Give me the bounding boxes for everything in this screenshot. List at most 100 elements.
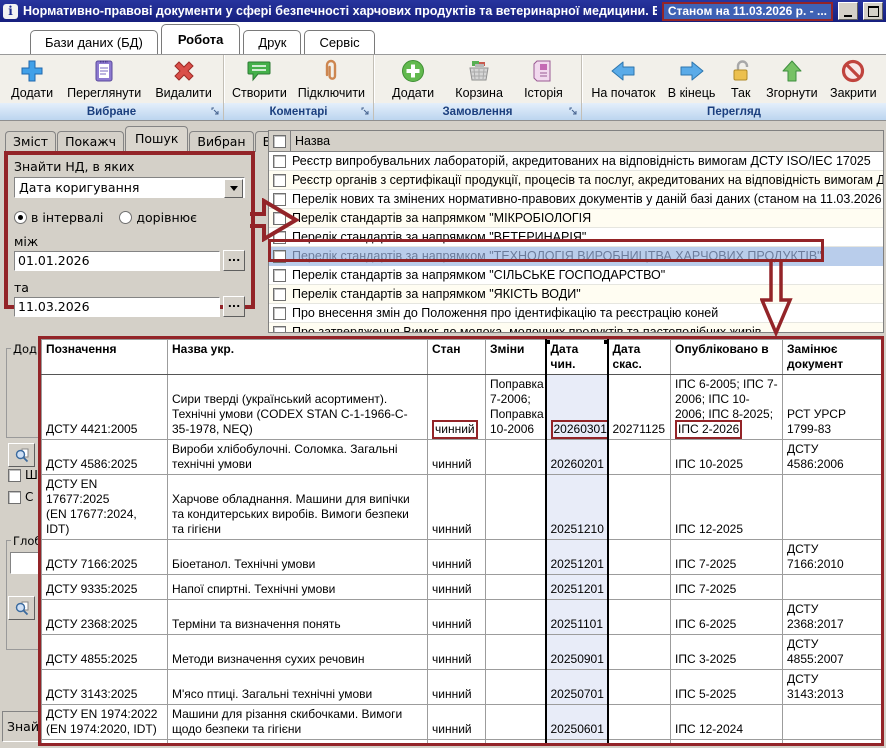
go-last-button[interactable]: В кінець	[665, 57, 719, 101]
cell-date-cancelled[interactable]	[608, 575, 671, 600]
cell-replaces[interactable]	[783, 475, 882, 540]
collapse-button[interactable]: Згорнути	[763, 57, 821, 101]
radio-equals[interactable]: дорівнює	[119, 210, 197, 225]
cell-name[interactable]: М'ясо птиці. Загальні технічні умови	[168, 670, 428, 705]
table-row[interactable]: ДСТУ 4586:2025Вироби хлібобулочні. Солом…	[42, 440, 882, 475]
cell-name[interactable]: Сири тверді (український асортимент). Те…	[168, 375, 428, 440]
row-checkbox[interactable]	[273, 269, 286, 282]
global-search-button[interactable]	[8, 596, 35, 620]
cell-date-cancelled[interactable]	[608, 670, 671, 705]
date-from-browse-button[interactable]: ...	[223, 250, 245, 271]
date-to-browse-button[interactable]: ...	[223, 296, 245, 317]
table-row[interactable]: ДСТУ 9335:2025Напої спиртні. Технічні ум…	[42, 575, 882, 600]
cell-changes[interactable]	[486, 600, 546, 635]
table-row[interactable]: ДСТУ 7166:2025Біоетанол. Технічні умович…	[42, 540, 882, 575]
cell-published[interactable]: ІПС 7-2025	[671, 540, 783, 575]
cell-changes[interactable]	[486, 740, 546, 747]
cell-state[interactable]: чинний	[428, 705, 486, 740]
cell-published[interactable]: ІПС 12-2025	[671, 475, 783, 540]
cell-designation[interactable]: ДСТУ 4855:2025	[42, 635, 168, 670]
tab-databases[interactable]: Бази даних (БД)	[30, 30, 158, 54]
cell-state[interactable]: чинний	[428, 475, 486, 540]
cell-designation[interactable]: ДСТУ 7166:2025	[42, 540, 168, 575]
cell-replaces[interactable]: ДСТУ 4586:2006	[783, 440, 882, 475]
cell-designation[interactable]: ДСТУ 4586:2025	[42, 440, 168, 475]
cell-name[interactable]: Напої спиртні. Технічні умови	[168, 575, 428, 600]
cell-date-cancelled[interactable]	[608, 635, 671, 670]
table-row[interactable]: ДСТУ 3143:2025М'ясо птиці. Загальні техн…	[42, 670, 882, 705]
cell-changes[interactable]	[486, 475, 546, 540]
cell-replaces[interactable]: ДСТУ 2368:2017	[783, 600, 882, 635]
tab-search[interactable]: Пошук	[125, 126, 188, 152]
cell-date-cancelled[interactable]	[608, 705, 671, 740]
row-checkbox[interactable]	[273, 288, 286, 301]
cell-state[interactable]: чинний	[428, 635, 486, 670]
column-header[interactable]: Опубліковано в	[671, 340, 783, 375]
table-row[interactable]: ДСТУ 7102:2025Методи визначення кислотно…	[42, 740, 882, 747]
cell-date-effective[interactable]: 20251201	[546, 540, 608, 575]
column-header[interactable]: Зміни	[486, 340, 546, 375]
cell-designation[interactable]: ДСТУ EN 17677:2025 (EN 17677:2024, IDT)	[42, 475, 168, 540]
cell-date-cancelled[interactable]	[608, 475, 671, 540]
dialog-launcher-icon[interactable]	[569, 107, 578, 116]
list-item[interactable]: Перелік стандартів за напрямком "МІКРОБІ…	[269, 209, 883, 228]
cell-changes[interactable]: Поправка 7-2006; Поправка 10-2006	[486, 375, 546, 440]
cell-published[interactable]: ІПС 6-2005; ІПС 7-2006; ІПС 10-2006; ІПС…	[671, 375, 783, 440]
cell-name[interactable]: Методи визначення кислотності	[168, 740, 428, 747]
select-all-checkbox[interactable]	[273, 135, 286, 148]
cell-state[interactable]: чинний	[428, 600, 486, 635]
add-favorite-button[interactable]: Додати	[8, 57, 56, 101]
cell-changes[interactable]	[486, 670, 546, 705]
cell-published[interactable]: ІПС 2-2025	[671, 740, 783, 747]
radio-interval[interactable]: в інтервалі	[14, 210, 103, 225]
add-order-button[interactable]: Додати	[389, 57, 437, 101]
cell-published[interactable]: ІПС 7-2025	[671, 575, 783, 600]
table-row[interactable]: ДСТУ 2368:2025Терміни та визначення поня…	[42, 600, 882, 635]
cell-replaces[interactable]: ДСТУ 7166:2010	[783, 540, 882, 575]
history-button[interactable]: Історія	[521, 57, 566, 101]
column-header[interactable]: Позначення	[42, 340, 168, 375]
cell-state[interactable]: чинний	[428, 440, 486, 475]
tab-work[interactable]: Робота	[161, 24, 241, 54]
tab-service[interactable]: Сервіс	[304, 30, 374, 54]
row-checkbox[interactable]	[273, 155, 286, 168]
cell-published[interactable]: ІПС 12-2024	[671, 705, 783, 740]
view-favorite-button[interactable]: Переглянути	[64, 57, 144, 101]
cell-date-cancelled[interactable]	[608, 540, 671, 575]
cell-replaces[interactable]: РСТ УРСР 1799-83	[783, 375, 882, 440]
cell-date-effective[interactable]: 20251210	[546, 475, 608, 540]
cell-replaces[interactable]	[783, 705, 882, 740]
cell-designation[interactable]: ДСТУ 2368:2025	[42, 600, 168, 635]
cell-replaces[interactable]: ДСТУ 4855:2007	[783, 635, 882, 670]
delete-favorite-button[interactable]: Видалити	[152, 57, 215, 101]
close-button[interactable]: Закрити	[827, 57, 880, 101]
list-item[interactable]: Перелік нових та змінених нормативно-пра…	[269, 190, 883, 209]
cell-replaces[interactable]: ДСТУ 7102:2009	[783, 740, 882, 747]
chevron-down-icon[interactable]	[224, 179, 243, 198]
cell-name[interactable]: Терміни та визначення понять	[168, 600, 428, 635]
cell-name[interactable]: Біоетанол. Технічні умови	[168, 540, 428, 575]
tab-index[interactable]: Покажч	[57, 131, 124, 152]
cell-date-effective[interactable]: 20251201	[546, 575, 608, 600]
column-header[interactable]: Стан	[428, 340, 486, 375]
maximize-button[interactable]	[863, 2, 883, 20]
cell-state[interactable]: чинний	[428, 740, 486, 747]
cell-date-cancelled[interactable]	[608, 740, 671, 747]
cell-date-cancelled[interactable]	[608, 440, 671, 475]
table-row[interactable]: ДСТУ EN 1974:2022 (EN 1974:2020, IDT)Маш…	[42, 705, 882, 740]
row-checkbox[interactable]	[273, 174, 286, 187]
basket-button[interactable]: Корзина	[452, 57, 506, 101]
dialog-launcher-icon[interactable]	[361, 107, 370, 116]
cell-date-effective[interactable]: 20251101	[546, 600, 608, 635]
cell-name[interactable]: Методи визначення сухих речовин	[168, 635, 428, 670]
table-row[interactable]: ДСТУ 4421:2005Сири тверді (український а…	[42, 375, 882, 440]
tab-print[interactable]: Друк	[243, 30, 301, 54]
cell-state[interactable]: чинний	[428, 575, 486, 600]
cell-published[interactable]: ІПС 3-2025	[671, 635, 783, 670]
cell-date-cancelled[interactable]: 20271125	[608, 375, 671, 440]
table-row[interactable]: ДСТУ 4855:2025Методи визначення сухих ре…	[42, 635, 882, 670]
search-document-button[interactable]	[8, 443, 35, 467]
cell-published[interactable]: ІПС 6-2025	[671, 600, 783, 635]
cell-designation[interactable]: ДСТУ 9335:2025	[42, 575, 168, 600]
cell-state[interactable]: чинний	[428, 375, 486, 440]
